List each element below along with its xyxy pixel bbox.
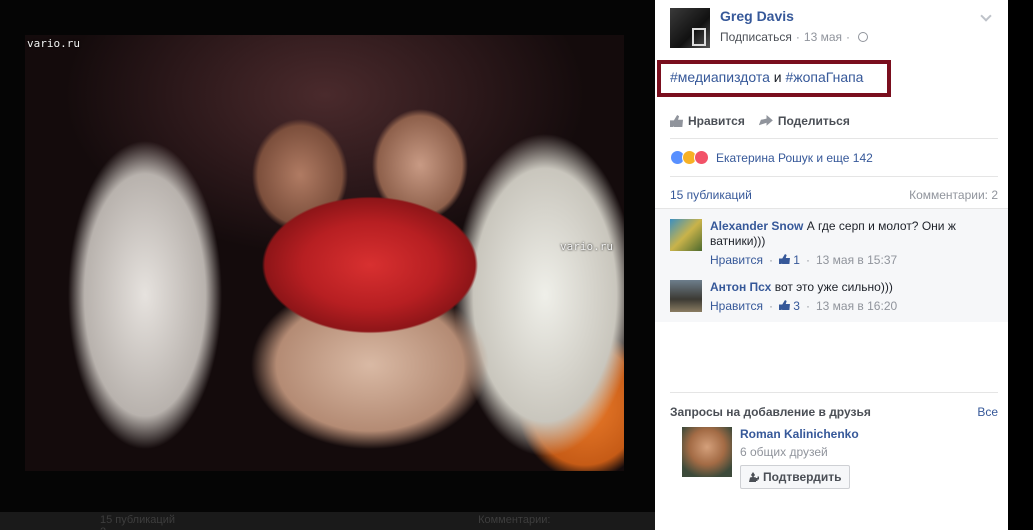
love-reaction-icon	[694, 150, 709, 165]
comment-item: Антон Псх вот это уже сильно))) Нравится…	[670, 280, 995, 314]
comment-likes[interactable]: 3	[778, 299, 800, 314]
friend-request-item: Roman Kalinichenko 6 общих друзей Подтве…	[682, 427, 998, 489]
thumbs-up-icon	[778, 254, 790, 264]
watermark: vario.ru	[560, 240, 613, 253]
author-avatar[interactable]	[670, 8, 710, 48]
watermark: vario.ru	[27, 37, 80, 50]
divider	[670, 138, 998, 139]
comment-like-link[interactable]: Нравится	[710, 299, 763, 314]
meta-separator: ·	[805, 253, 810, 267]
commenter-avatar[interactable]	[670, 280, 702, 312]
comment-time[interactable]: 13 мая в 15:37	[816, 253, 897, 268]
friend-requests-panel: Запросы на добавление в друзья Все Roman…	[670, 392, 998, 489]
chevron-down-icon[interactable]	[980, 10, 992, 22]
share-arrow-icon	[758, 115, 773, 126]
hashtag-link[interactable]: #жопаГнапа	[785, 69, 863, 85]
post-photo[interactable]: vario.ru vario.ru	[25, 35, 624, 471]
share-label: Поделиться	[777, 114, 850, 128]
post-meta: Подписаться · 13 мая ·	[720, 30, 869, 44]
post-header: Greg Davis Подписаться · 13 мая ·	[670, 8, 869, 48]
share-button[interactable]: Поделиться	[758, 114, 850, 128]
comment-time[interactable]: 13 мая в 16:20	[816, 299, 897, 314]
add-friend-icon	[749, 472, 759, 482]
commenter-name[interactable]: Alexander Snow	[710, 219, 803, 233]
follow-link[interactable]: Подписаться	[720, 30, 792, 44]
mutual-friends[interactable]: 6 общих друзей	[740, 445, 859, 459]
like-button[interactable]: Нравится	[670, 114, 745, 128]
meta-separator: ·	[846, 30, 851, 44]
requester-avatar[interactable]	[682, 427, 732, 477]
background-publications-text: 15 публикаций	[100, 514, 176, 526]
like-label: Нравится	[688, 114, 745, 128]
commenter-avatar[interactable]	[670, 219, 702, 251]
thumbs-up-icon	[670, 115, 683, 127]
post-actions: Нравится Поделиться	[670, 114, 1000, 128]
post-counts: 15 публикаций Комментарии: 2	[670, 188, 998, 202]
comments-count[interactable]: Комментарии: 2	[909, 188, 998, 202]
comment-like-link[interactable]: Нравится	[710, 253, 763, 268]
background-strip: 15 публикаций Комментарии: 2	[0, 512, 655, 530]
see-all-link[interactable]: Все	[977, 405, 998, 419]
confirm-friend-button[interactable]: Подтвердить	[740, 465, 851, 489]
conjunction-text: и	[769, 69, 786, 85]
photo-viewer: vario.ru vario.ru Greg Davis Подписаться…	[0, 0, 1033, 530]
requester-name[interactable]: Roman Kalinichenko	[740, 427, 859, 441]
photo-area[interactable]: vario.ru vario.ru	[0, 0, 655, 530]
reactors-names[interactable]: Екатерина Рошук и еще 142	[716, 151, 873, 165]
friend-requests-title: Запросы на добавление в друзья	[670, 405, 871, 419]
divider	[670, 176, 998, 177]
post-date[interactable]: 13 мая	[804, 30, 842, 44]
likes-count: 3	[793, 299, 800, 313]
post-text: #медиапиздота и #жопаГнапа	[657, 60, 891, 97]
thumbs-up-icon	[778, 300, 790, 310]
hashtag-link[interactable]: #медиапиздота	[670, 69, 770, 85]
meta-separator: ·	[768, 253, 773, 267]
comment-likes[interactable]: 1	[778, 253, 800, 268]
backdrop-edge[interactable]	[1008, 0, 1033, 530]
comments-section: Alexander Snow А где серп и молот? Они ж…	[655, 208, 1008, 322]
comment-meta: Нравится · 3 · 13 мая в 16:20	[710, 299, 995, 314]
comment-item: Alexander Snow А где серп и молот? Они ж…	[670, 219, 995, 268]
comment-text: вот это уже сильно)))	[774, 280, 893, 294]
author-name[interactable]: Greg Davis	[720, 8, 868, 24]
commenter-name[interactable]: Антон Псх	[710, 280, 771, 294]
confirm-label: Подтвердить	[763, 470, 842, 484]
meta-separator: ·	[805, 299, 810, 313]
meta-separator: ·	[795, 30, 800, 44]
reactions-summary[interactable]: Екатерина Рошук и еще 142	[670, 150, 873, 165]
comment-meta: Нравится · 1 · 13 мая в 15:37	[710, 253, 995, 268]
post-side-panel: Greg Davis Подписаться · 13 мая · #медиа…	[655, 0, 1008, 530]
likes-count: 1	[793, 253, 800, 267]
publications-count[interactable]: 15 публикаций	[670, 188, 752, 202]
meta-separator: ·	[768, 299, 773, 313]
globe-icon[interactable]	[858, 32, 869, 42]
